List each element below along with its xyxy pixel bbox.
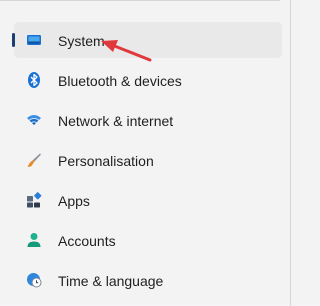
sidebar-item-label: Network & internet: [58, 113, 174, 129]
bluetooth-icon: [26, 72, 42, 88]
monitor-icon: [26, 32, 42, 48]
sidebar-item-apps[interactable]: Apps: [14, 182, 282, 218]
sidebar-item-accounts[interactable]: Accounts: [14, 222, 282, 258]
apps-icon: [26, 192, 42, 208]
sidebar-item-label: Time & language: [58, 273, 164, 289]
selection-indicator: [12, 33, 15, 47]
sidebar-item-time-language[interactable]: Time & language: [14, 262, 282, 298]
wifi-icon: [26, 112, 42, 128]
sidebar-item-bluetooth-devices[interactable]: Bluetooth & devices: [14, 62, 282, 98]
sidebar-item-label: Accounts: [58, 233, 116, 249]
sidebar-item-system[interactable]: System: [12, 22, 282, 58]
sidebar-item-network-internet[interactable]: Network & internet: [14, 102, 282, 138]
paintbrush-icon: [26, 152, 42, 168]
divider: [290, 0, 291, 306]
settings-nav: System Bluetooth & devices Network & int…: [12, 22, 282, 302]
sidebar-item-personalisation[interactable]: Personalisation: [14, 142, 282, 178]
person-icon: [26, 232, 42, 248]
sidebar-item-label: Bluetooth & devices: [58, 73, 182, 89]
sidebar-item-label: Personalisation: [58, 153, 154, 169]
globe-clock-icon: [26, 272, 42, 288]
sidebar-item-label: System: [58, 33, 105, 49]
sidebar-item-label: Apps: [58, 193, 90, 209]
divider: [0, 0, 280, 1]
